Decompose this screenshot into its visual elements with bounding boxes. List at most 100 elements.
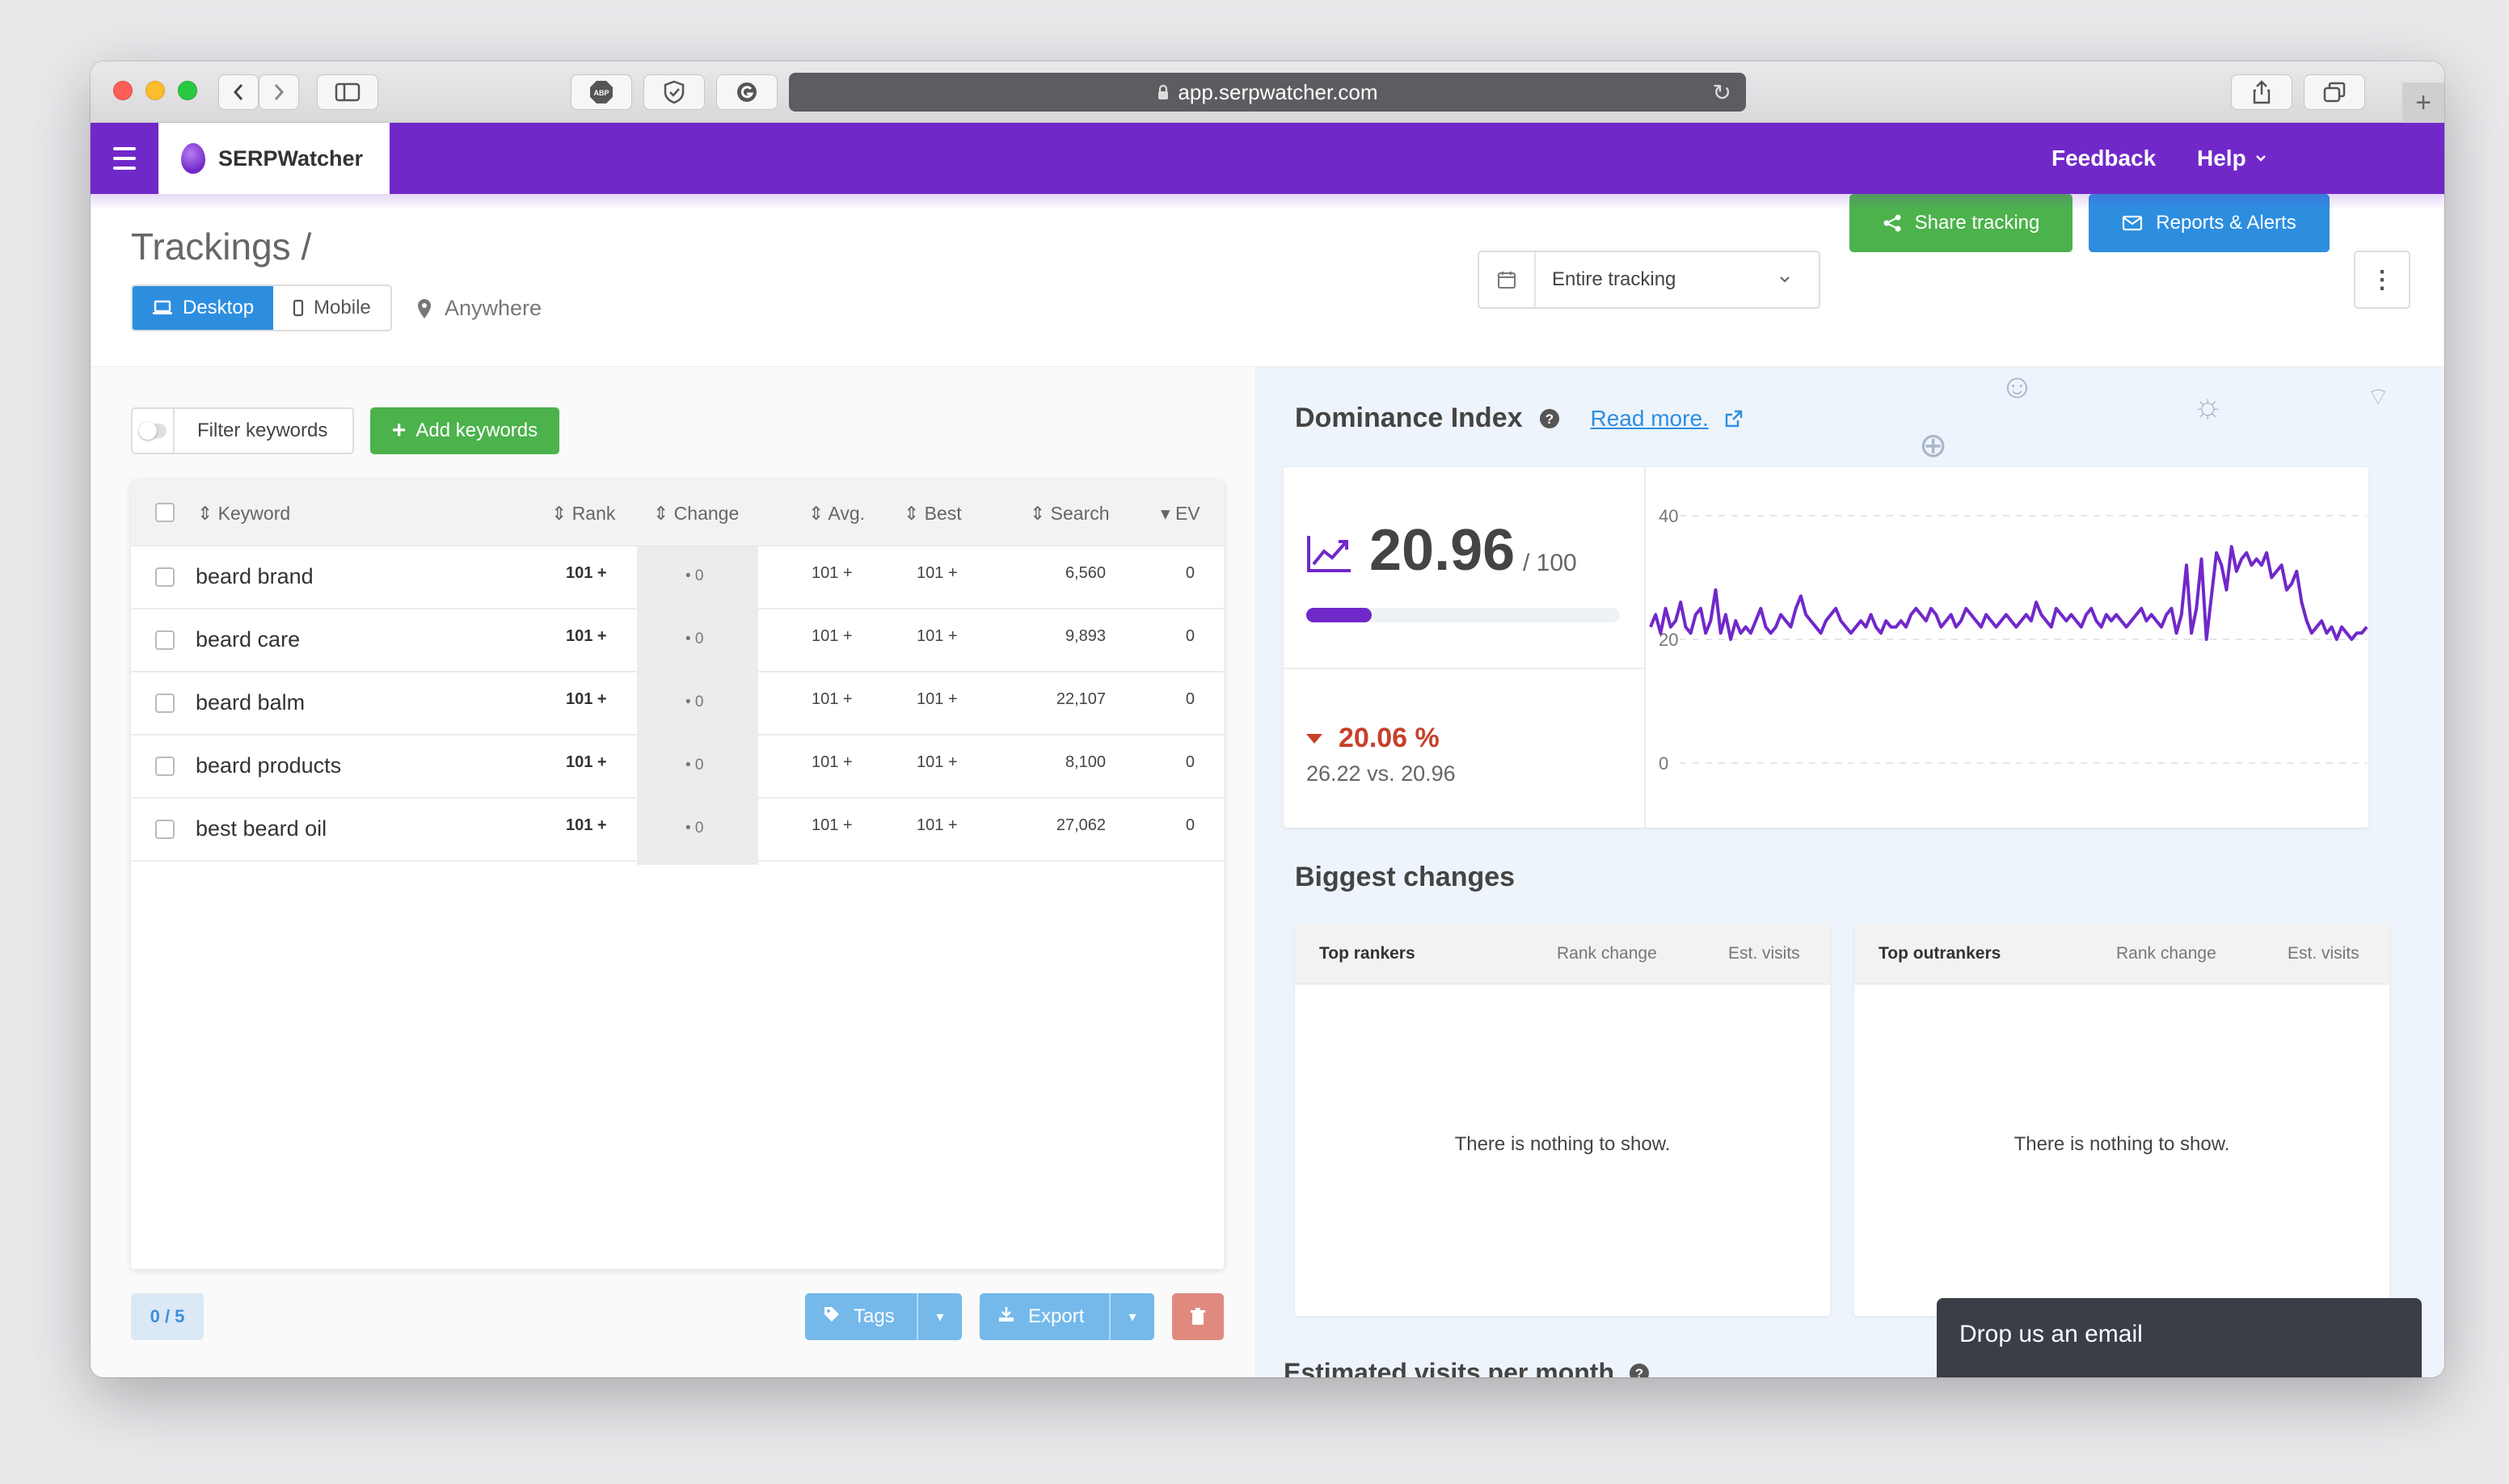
reports-alerts-button[interactable]: Reports & Alerts xyxy=(2089,194,2330,252)
menu-icon[interactable] xyxy=(113,147,136,170)
top-outrankers-card: Top outrankers Rank change Est. visits T… xyxy=(1854,923,2389,1316)
keyword-cell[interactable]: beard care xyxy=(196,627,300,652)
column-keyword[interactable]: ⇕ Keyword xyxy=(197,503,290,525)
more-options-icon[interactable]: ⋮ xyxy=(2354,251,2410,309)
keyword-cell[interactable]: beard products xyxy=(196,753,341,778)
dominance-index-title: Dominance Index ? Read more. xyxy=(1295,403,1743,434)
arrow-down-icon xyxy=(1306,734,1322,744)
dominance-comparison: 26.22 vs. 20.96 xyxy=(1306,761,1456,786)
column-ev[interactable]: ▾ EV xyxy=(1161,503,1200,525)
share-tracking-button[interactable]: Share tracking xyxy=(1849,194,2073,252)
share-nodes-icon xyxy=(1883,214,1901,232)
privacy-extension-button[interactable] xyxy=(643,74,705,110)
column-avg[interactable]: ⇕ Avg. xyxy=(808,503,865,525)
table-row[interactable]: beard brand 101 + • 0 101 + 101 + 6,560 0 xyxy=(131,546,1224,609)
filter-keywords-label: Filter keywords xyxy=(197,419,328,441)
row-checkbox[interactable] xyxy=(155,694,175,713)
dominance-max: / 100 xyxy=(1523,550,1577,576)
dominance-card: 20.96 / 100 20.06 % 26.22 vs. 20.96 40 20… xyxy=(1284,467,2368,828)
add-keywords-button[interactable]: + Add keywords xyxy=(370,407,559,454)
serpwatcher-logo-icon xyxy=(181,143,205,174)
table-row[interactable]: best beard oil 101 + • 0 101 + 101 + 27,062 0 xyxy=(131,799,1224,862)
change-cell: • 0 xyxy=(685,820,704,837)
rank-cell: 101 + xyxy=(566,564,607,582)
new-tab-button[interactable]: + xyxy=(2402,82,2444,123)
tags-dropdown-chevron[interactable]: ▾ xyxy=(917,1293,962,1340)
delete-button[interactable] xyxy=(1172,1293,1224,1340)
column-search[interactable]: ⇕ Search xyxy=(1030,503,1110,525)
table-row[interactable]: beard care 101 + • 0 101 + 101 + 9,893 0 xyxy=(131,609,1224,672)
toggle-switch[interactable] xyxy=(133,409,175,453)
table-row[interactable]: beard products 101 + • 0 101 + 101 + 8,100 0 xyxy=(131,736,1224,799)
zoom-window-button[interactable] xyxy=(178,81,197,100)
shield-check-icon xyxy=(664,80,685,104)
add-keywords-label: Add keywords xyxy=(415,419,538,441)
avg-cell: 101 + xyxy=(812,627,853,645)
svg-text:?: ? xyxy=(1635,1366,1643,1378)
back-button[interactable] xyxy=(218,74,259,110)
sidebar-toggle-button[interactable] xyxy=(317,74,378,110)
tab-desktop[interactable]: Desktop xyxy=(133,286,274,330)
location-label: Anywhere xyxy=(445,296,542,320)
column-rank[interactable]: ⇕ Rank xyxy=(551,503,615,525)
y-tick-label: 40 xyxy=(1659,506,1678,526)
dominance-value: 20.96 xyxy=(1369,518,1516,583)
change-cell: • 0 xyxy=(685,757,704,774)
row-checkbox[interactable] xyxy=(155,820,175,839)
satellite-icon: ⌔ xyxy=(2367,384,2390,411)
est-visits-column[interactable]: Est. visits xyxy=(2288,944,2359,963)
chevron-down-icon xyxy=(2255,155,2266,162)
date-range-select[interactable]: Entire tracking xyxy=(1478,251,1820,309)
select-all-checkbox[interactable] xyxy=(155,503,175,522)
help-circle-icon[interactable]: ? xyxy=(1539,408,1560,429)
rank-change-column[interactable]: Rank change xyxy=(2116,944,2216,963)
rank-change-column[interactable]: Rank change xyxy=(1557,944,1657,963)
keyword-cell[interactable]: best beard oil xyxy=(196,816,327,841)
filter-keywords-toggle[interactable]: Filter keywords xyxy=(131,407,354,454)
url-text: app.serpwatcher.com xyxy=(1178,79,1378,104)
external-link-icon[interactable] xyxy=(1725,410,1743,428)
row-checkbox[interactable] xyxy=(155,630,175,650)
rank-cell: 101 + xyxy=(566,816,607,834)
empty-state-text: There is nothing to show. xyxy=(2014,1133,2230,1155)
close-window-button[interactable] xyxy=(113,81,133,100)
export-button[interactable]: Export ▾ xyxy=(980,1293,1154,1340)
best-cell: 101 + xyxy=(917,564,958,582)
keyword-cell[interactable]: beard brand xyxy=(196,564,314,589)
table-row[interactable]: beard balm 101 + • 0 101 + 101 + 22,107 0 xyxy=(131,672,1224,736)
forward-button[interactable] xyxy=(259,74,299,110)
help-circle-icon[interactable]: ? xyxy=(1629,1363,1650,1378)
reload-icon[interactable]: ↻ xyxy=(1713,79,1731,106)
top-rankers-heading: Top rankers xyxy=(1319,944,1415,963)
share-page-button[interactable] xyxy=(2231,74,2292,110)
top-outrankers-header: Top outrankers Rank change Est. visits xyxy=(1854,923,2389,984)
feedback-link[interactable]: Feedback xyxy=(2051,145,2156,171)
location-selector[interactable]: Anywhere xyxy=(417,296,542,321)
browser-toolbar: ABP app.serpwatcher.com ↻ + xyxy=(91,61,2444,123)
search-cell: 8,100 xyxy=(1065,753,1106,771)
help-menu[interactable]: Help xyxy=(2197,145,2267,171)
search-cell: 9,893 xyxy=(1065,627,1106,645)
best-cell: 101 + xyxy=(917,627,958,645)
dominance-series-line xyxy=(1649,545,2368,641)
tabs-icon xyxy=(2323,82,2346,103)
est-visits-column[interactable]: Est. visits xyxy=(1728,944,1800,963)
row-checkbox[interactable] xyxy=(155,757,175,776)
adblock-extension-button[interactable]: ABP xyxy=(571,74,632,110)
tab-mobile[interactable]: Mobile xyxy=(273,286,390,330)
export-dropdown-chevron[interactable]: ▾ xyxy=(1109,1293,1154,1340)
address-bar[interactable]: app.serpwatcher.com ↻ xyxy=(789,73,1746,112)
astronaut-icon: ☺ xyxy=(2000,367,2035,405)
read-more-link[interactable]: Read more. xyxy=(1591,406,1709,432)
column-best[interactable]: ⇕ Best xyxy=(904,503,962,525)
column-change[interactable]: ⇕ Change xyxy=(653,503,739,525)
tag-icon xyxy=(805,1305,854,1329)
tabs-overview-button[interactable] xyxy=(2304,74,2365,110)
chat-widget[interactable]: Drop us an email xyxy=(1937,1298,2422,1377)
app-logo[interactable]: SERPWatcher xyxy=(158,123,390,194)
tags-button[interactable]: Tags ▾ xyxy=(805,1293,962,1340)
keyword-cell[interactable]: beard balm xyxy=(196,690,305,715)
row-checkbox[interactable] xyxy=(155,567,175,587)
grammarly-extension-button[interactable] xyxy=(716,74,778,110)
minimize-window-button[interactable] xyxy=(145,81,165,100)
